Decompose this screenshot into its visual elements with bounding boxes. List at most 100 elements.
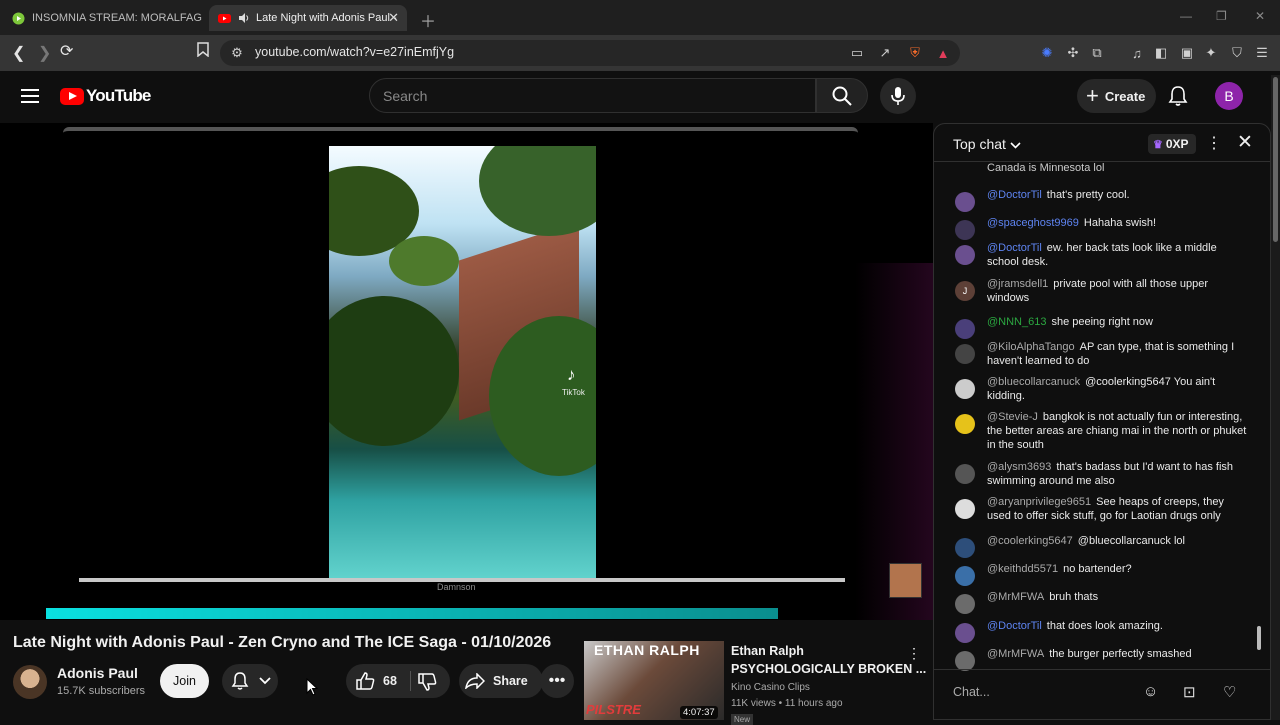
thumbs-down-icon	[418, 673, 437, 691]
chat-author-avatar[interactable]	[955, 623, 975, 643]
chat-author-avatar[interactable]	[955, 245, 975, 265]
bookmark-icon[interactable]	[197, 42, 209, 62]
chat-author-avatar[interactable]	[955, 220, 975, 240]
maximize-icon[interactable]: ❐	[1216, 9, 1227, 23]
chat-author-name[interactable]: @keithdd5571	[987, 563, 1058, 575]
speaker-icon[interactable]	[238, 12, 251, 25]
chat-author-name[interactable]: @alysm3693	[987, 461, 1051, 473]
chat-author-name[interactable]: @bluecollarcanuck	[987, 376, 1080, 388]
chat-author-name[interactable]: @Stevie-J	[987, 411, 1038, 423]
chat-author-name[interactable]: @jramsdell1	[987, 278, 1048, 290]
more-vertical-icon[interactable]: ⋮	[907, 645, 921, 662]
site-info-icon[interactable]: ⚙	[229, 45, 245, 61]
new-tab-icon[interactable]: ＋	[420, 8, 436, 32]
chat-author-avatar[interactable]	[955, 344, 975, 364]
extensions-puzzle-icon[interactable]: ✣	[1065, 45, 1081, 61]
chat-author-name[interactable]: @NNN_613	[987, 316, 1046, 328]
close-icon[interactable]: ✕	[1237, 131, 1253, 154]
browser-menu-icon[interactable]: ☰	[1254, 45, 1270, 61]
vpn-icon[interactable]: ⛉	[1229, 45, 1245, 61]
chat-author-name[interactable]: @MrMFWA	[987, 591, 1044, 603]
like-dislike-group: 68	[346, 664, 450, 698]
chat-author-avatar[interactable]	[955, 464, 975, 484]
video-progress-bar[interactable]	[46, 608, 778, 619]
chat-message: @DoctorTil ew. her back tats look like a …	[987, 241, 1249, 269]
search-input[interactable]: Search	[369, 78, 816, 113]
close-window-icon[interactable]: ✕	[1255, 9, 1265, 23]
close-tab-icon[interactable]: ✕	[388, 10, 399, 26]
join-button[interactable]: Join	[160, 664, 209, 698]
thumbnail-text-top: ETHAN RALPH	[594, 642, 700, 658]
page-scrollbar-thumb[interactable]	[1273, 77, 1278, 242]
chat-author-avatar[interactable]: J	[955, 281, 975, 301]
chat-author-avatar[interactable]	[955, 379, 975, 399]
back-icon[interactable]: ❮	[12, 43, 25, 63]
forward-icon[interactable]: ❯	[38, 43, 51, 63]
notifications-icon[interactable]	[1168, 85, 1188, 112]
chat-author-name[interactable]: @KiloAlphaTango	[987, 341, 1075, 353]
more-vertical-icon[interactable]: ⋮	[1206, 133, 1222, 153]
xp-badge[interactable]: ♛ 0XP	[1148, 134, 1196, 154]
chat-message: @MrMFWA the burger perfectly smashed	[987, 647, 1249, 661]
minimize-icon[interactable]: —	[1180, 9, 1192, 23]
share-page-icon[interactable]: ↗	[877, 45, 893, 61]
chat-author-avatar[interactable]	[955, 414, 975, 434]
voice-search-button[interactable]	[880, 78, 916, 114]
subscription-bell-button[interactable]	[222, 664, 278, 698]
chat-input[interactable]: Chat...	[953, 685, 990, 699]
chat-author-name[interactable]: @DoctorTil	[987, 620, 1042, 632]
chat-message-text: @bluecollarcanuck lol	[1077, 535, 1185, 547]
recommended-title[interactable]: Ethan Ralph	[731, 644, 804, 658]
brave-rewards-icon[interactable]: ▲	[935, 45, 951, 61]
chat-author-avatar[interactable]	[955, 319, 975, 339]
browser-tab[interactable]: INSOMNIA STREAM: MORALFAG ED	[4, 5, 202, 31]
video-player[interactable]	[0, 123, 933, 620]
chat-author-avatar[interactable]	[955, 651, 975, 671]
chat-author-name[interactable]: @spaceghost9969	[987, 217, 1079, 229]
share-button[interactable]: Share	[459, 664, 543, 698]
channel-avatar[interactable]	[13, 665, 47, 699]
extension-icon[interactable]: ✺	[1039, 45, 1055, 61]
url-text[interactable]: youtube.com/watch?v=e27inEmfjYg	[255, 45, 454, 59]
chat-author-name[interactable]: @DoctorTil	[987, 242, 1042, 254]
chat-author-avatar[interactable]	[955, 538, 975, 558]
chat-author-name[interactable]: @DoctorTil	[987, 189, 1042, 201]
more-actions-button[interactable]: •••	[540, 664, 574, 698]
chat-author-avatar[interactable]	[955, 594, 975, 614]
chat-message-text: Hahaha swish!	[1083, 217, 1157, 229]
youtube-logo-icon[interactable]	[60, 88, 84, 105]
dislike-button[interactable]	[418, 673, 437, 696]
sidebar-icon[interactable]: ◧	[1153, 45, 1169, 61]
leo-ai-icon[interactable]: ✦	[1203, 45, 1219, 61]
reload-icon[interactable]: ⟳	[60, 41, 73, 61]
emoji-icon[interactable]: ☺	[1143, 683, 1158, 700]
chat-author-avatar[interactable]	[955, 192, 975, 212]
like-count: 68	[383, 674, 397, 688]
search-button[interactable]	[816, 78, 868, 113]
wallet-icon[interactable]: ▣	[1179, 45, 1195, 61]
hamburger-menu-icon[interactable]	[21, 89, 39, 103]
screenshot-icon[interactable]: ⧉	[1089, 45, 1105, 61]
chat-author-avatar[interactable]	[955, 566, 975, 586]
chat-scrollbar[interactable]	[1257, 626, 1261, 650]
chat-author-name[interactable]: @aryanprivilege9651	[987, 496, 1091, 508]
cast-icon[interactable]: ▭	[849, 45, 865, 61]
media-icon[interactable]: ♫	[1129, 45, 1145, 61]
recommended-channel[interactable]: Kino Casino Clips	[731, 682, 810, 693]
brave-shield-icon[interactable]: ⛨	[907, 45, 923, 61]
chat-author-name[interactable]: @MrMFWA	[987, 648, 1044, 660]
chat-author-avatar[interactable]	[955, 499, 975, 519]
user-avatar[interactable]: B	[1215, 82, 1243, 110]
like-button[interactable]: 68	[356, 664, 397, 698]
channel-name[interactable]: Adonis Paul	[57, 665, 138, 681]
tiktok-logo-icon: ♪	[567, 365, 576, 384]
recommended-title-line2[interactable]: PSYCHOLOGICALLY BROKEN ...	[731, 662, 926, 676]
heart-icon[interactable]: ♡	[1223, 683, 1236, 701]
create-button[interactable]: + Create	[1077, 79, 1156, 113]
youtube-wordmark[interactable]: YouTube	[86, 86, 151, 106]
browser-tab-active[interactable]: Late Night with Adonis Paul - ✕	[209, 5, 407, 31]
super-chat-icon[interactable]: ⊡	[1183, 683, 1196, 701]
chat-author-name[interactable]: @coolerking5647	[987, 535, 1073, 547]
chat-header: Top chat ♛ 0XP ⋮ ✕	[934, 124, 1270, 162]
top-chat-dropdown[interactable]: Top chat	[953, 136, 1021, 152]
